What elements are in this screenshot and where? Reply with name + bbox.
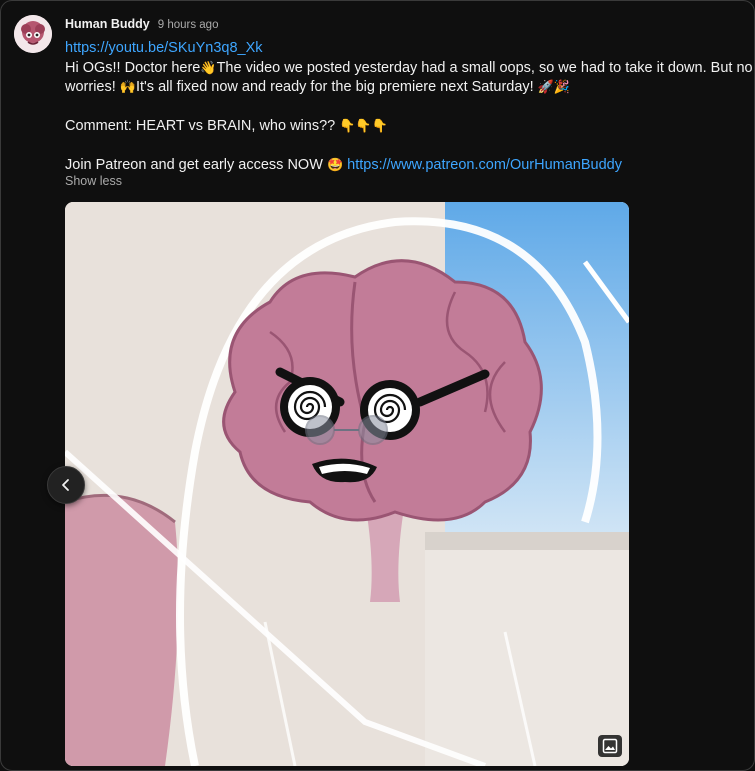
rocket-party-emoji: 🚀🎉 xyxy=(537,80,571,95)
author-name[interactable]: Human Buddy xyxy=(65,17,150,31)
pointing-down-emoji: 👇👇👇 xyxy=(339,119,388,134)
text-line2-b: It's all fixed now and ready for the big… xyxy=(135,79,538,95)
show-less-button[interactable]: Show less xyxy=(65,174,122,188)
post-image[interactable] xyxy=(65,202,629,766)
post-time[interactable]: 9 hours ago xyxy=(158,19,219,31)
text-line1-b: The video we posted yesterday had a smal… xyxy=(216,59,753,76)
waving-hand-emoji: 👋 xyxy=(200,60,217,76)
raised-hands-emoji: 🙌 xyxy=(119,80,136,95)
chevron-left-icon xyxy=(62,479,69,491)
avatar[interactable] xyxy=(14,15,52,53)
star-struck-emoji: 🤩 xyxy=(326,158,344,173)
post-text: https://youtu.be/SKuYn3q8_Xk Hi OGs!! Do… xyxy=(65,39,753,176)
image-badge xyxy=(598,735,622,757)
image-icon xyxy=(602,738,618,754)
comment-prompt: Comment: HEART vs BRAIN, who wins?? xyxy=(65,118,340,134)
previous-image-button[interactable] xyxy=(47,466,85,504)
post-header: Human Buddy 9 hours ago xyxy=(65,17,218,33)
youtube-link[interactable]: https://youtu.be/SKuYn3q8_Xk xyxy=(65,40,263,56)
patreon-link[interactable]: https://www.patreon.com/OurHumanBuddy xyxy=(347,157,622,173)
text-line2-a: worries! xyxy=(65,79,120,95)
text-line1-a: Hi OGs!! Doctor here xyxy=(65,59,201,76)
community-post-card: Human Buddy 9 hours ago https://youtu.be… xyxy=(0,0,755,771)
patreon-text: Join Patreon and get early access NOW xyxy=(65,157,327,173)
brain-illustration xyxy=(65,202,629,766)
